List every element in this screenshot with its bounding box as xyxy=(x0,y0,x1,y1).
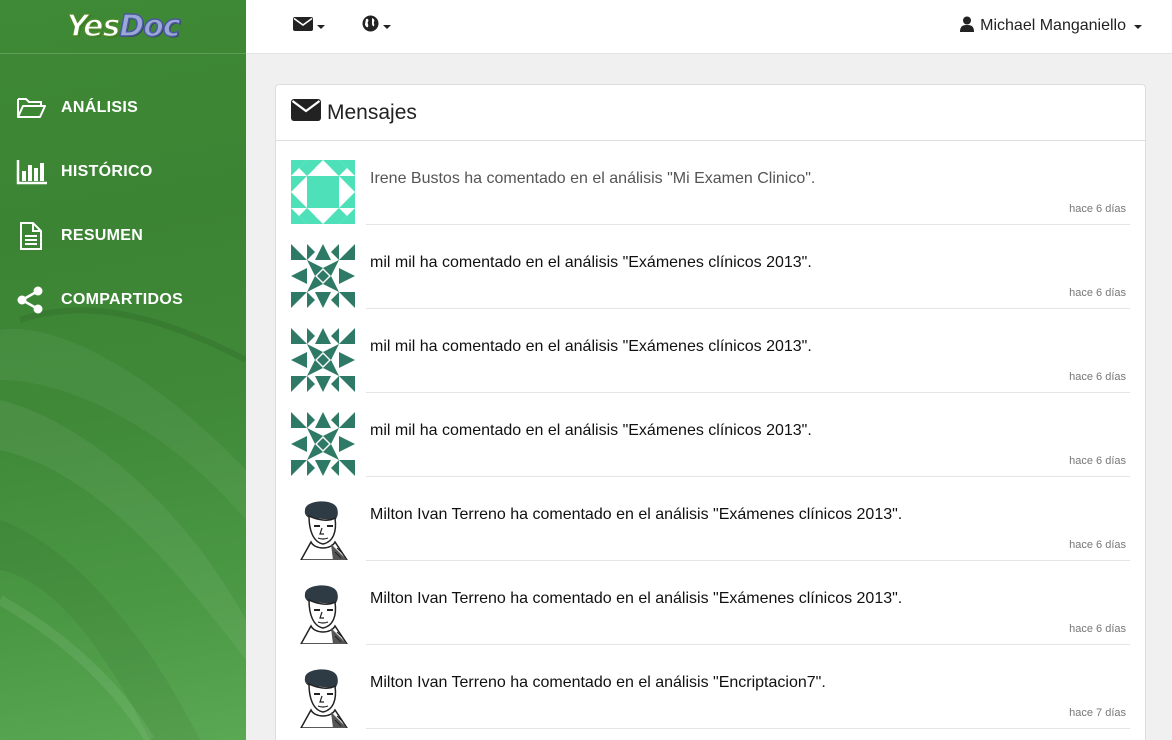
message-timestamp: hace 6 días xyxy=(1069,455,1126,467)
message-timestamp: hace 7 días xyxy=(1069,707,1126,719)
sidebar-item-compartidos[interactable]: COMPARTIDOS xyxy=(0,268,246,332)
document-icon xyxy=(16,220,48,252)
message-text[interactable]: Milton Ivan Terreno ha comentado en el a… xyxy=(370,506,902,524)
message-item[interactable]: Irene Bustos ha comentado en el análisis… xyxy=(291,160,1130,244)
logo-bar: YesDoc xyxy=(0,0,246,54)
message-list: Irene Bustos ha comentado en el análisis… xyxy=(276,141,1145,740)
sidebar-item-historico[interactable]: HISTÓRICO xyxy=(0,140,246,204)
user-name: Michael Manganiello xyxy=(980,17,1126,34)
sidebar-item-label: HISTÓRICO xyxy=(61,163,153,180)
user-icon xyxy=(960,16,975,37)
message-body: mil mil ha comentado en el análisis "Exá… xyxy=(366,412,1130,477)
message-text[interactable]: Irene Bustos ha comentado en el análisis… xyxy=(370,170,815,188)
language-dropdown[interactable] xyxy=(362,14,391,38)
topbar: Michael Manganiello xyxy=(246,0,1172,54)
bar-chart-icon xyxy=(16,156,48,188)
message-text[interactable]: mil mil ha comentado en el análisis "Exá… xyxy=(370,254,812,272)
messages-dropdown[interactable] xyxy=(293,14,325,38)
sidebar-nav: ANÁLISIS HISTÓRICO RESUMEN COMPARTIDOS xyxy=(0,76,246,332)
folder-open-icon xyxy=(16,92,48,124)
identicon-avatar xyxy=(291,160,355,224)
chevron-down-icon xyxy=(383,25,391,29)
message-body: Irene Bustos ha comentado en el análisis… xyxy=(366,160,1130,225)
globe-icon xyxy=(362,15,379,37)
envelope-icon xyxy=(293,16,313,37)
chevron-down-icon xyxy=(317,25,325,29)
sidebar: YesDoc ANÁLISIS HISTÓRICO RESUMEN COMPAR… xyxy=(0,0,246,740)
message-timestamp: hace 6 días xyxy=(1069,371,1126,383)
share-icon xyxy=(16,284,48,316)
message-text[interactable]: mil mil ha comentado en el análisis "Exá… xyxy=(370,338,812,356)
message-timestamp: hace 6 días xyxy=(1069,623,1126,635)
sidebar-item-label: RESUMEN xyxy=(61,227,144,244)
sidebar-item-label: ANÁLISIS xyxy=(61,99,139,116)
chevron-down-icon xyxy=(1134,25,1142,29)
logo-text-doc: Doc xyxy=(119,8,182,45)
message-body: mil mil ha comentado en el análisis "Exá… xyxy=(366,244,1130,309)
message-item[interactable]: Milton Ivan Terreno ha comentado en el a… xyxy=(291,580,1130,664)
message-body: mil mil ha comentado en el análisis "Exá… xyxy=(366,328,1130,393)
identicon-avatar xyxy=(291,412,355,476)
message-item[interactable]: mil mil ha comentado en el análisis "Exá… xyxy=(291,328,1130,412)
page-title: Mensajes xyxy=(327,100,417,124)
identicon-avatar xyxy=(291,328,355,392)
message-item[interactable]: mil mil ha comentado en el análisis "Exá… xyxy=(291,244,1130,328)
portrait-avatar xyxy=(291,496,355,560)
message-timestamp: hace 6 días xyxy=(1069,203,1126,215)
sidebar-item-analisis[interactable]: ANÁLISIS xyxy=(0,76,246,140)
message-text[interactable]: Milton Ivan Terreno ha comentado en el a… xyxy=(370,674,826,692)
message-timestamp: hace 6 días xyxy=(1069,287,1126,299)
message-text[interactable]: Milton Ivan Terreno ha comentado en el a… xyxy=(370,590,902,608)
message-body: Milton Ivan Terreno ha comentado en el a… xyxy=(366,496,1130,561)
user-menu-dropdown[interactable]: Michael Manganiello xyxy=(960,14,1142,38)
message-item[interactable]: mil mil ha comentado en el análisis "Exá… xyxy=(291,412,1130,496)
message-item[interactable]: Milton Ivan Terreno ha comentado en el a… xyxy=(291,496,1130,580)
portrait-avatar xyxy=(291,580,355,644)
logo-text-yes: Yes xyxy=(66,8,122,45)
message-text[interactable]: mil mil ha comentado en el análisis "Exá… xyxy=(370,422,812,440)
portrait-avatar xyxy=(291,664,355,728)
message-timestamp: hace 6 días xyxy=(1069,539,1126,551)
messages-panel: Mensajes Irene Bustos ha comentado en el… xyxy=(275,84,1146,740)
envelope-icon xyxy=(291,98,321,127)
sidebar-item-label: COMPARTIDOS xyxy=(61,291,184,308)
yesdoc-logo[interactable]: YesDoc xyxy=(66,8,182,45)
panel-header: Mensajes xyxy=(276,85,1145,141)
message-body: Milton Ivan Terreno ha comentado en el a… xyxy=(366,580,1130,645)
message-item[interactable]: Milton Ivan Terreno ha comentado en el a… xyxy=(291,664,1130,740)
sidebar-item-resumen[interactable]: RESUMEN xyxy=(0,204,246,268)
message-body: Milton Ivan Terreno ha comentado en el a… xyxy=(366,664,1130,729)
identicon-avatar xyxy=(291,244,355,308)
